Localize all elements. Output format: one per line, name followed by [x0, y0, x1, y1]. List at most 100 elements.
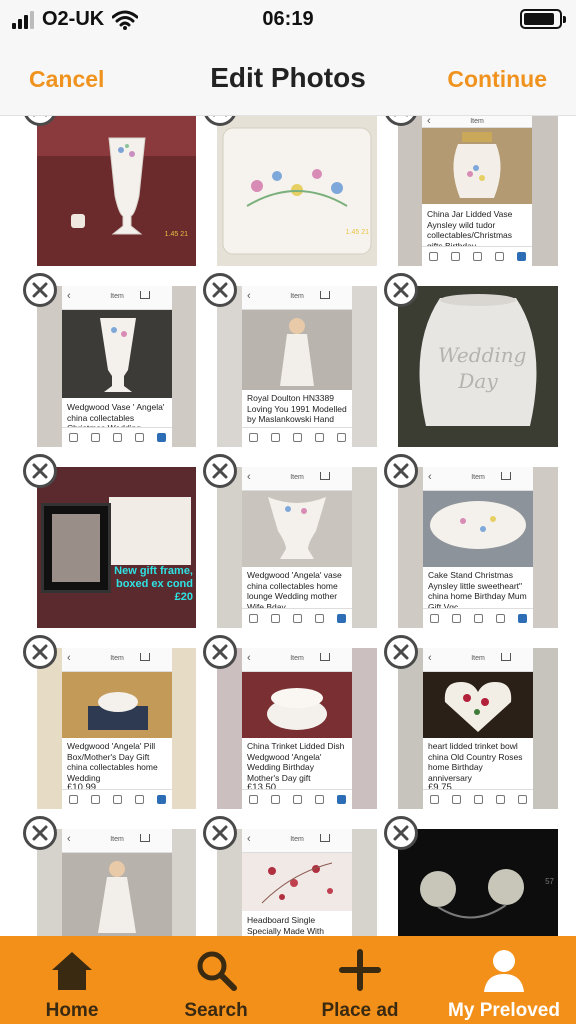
screenshot-frame: ‹ Item Wedgwood Vase ' Angela' china coll… [62, 286, 172, 447]
photo-thumbnail[interactable]: ‹ Item heart lidded trinket bowl china Ol… [398, 648, 558, 809]
photo-thumbnail[interactable]: ‹ Item Wedgwood 'Angela' Pill Box/Mother'… [37, 648, 196, 809]
tab-label: Place ad [321, 1000, 399, 1021]
screenshot-frame: ‹ Item Headboard Single Specially Made Wi… [242, 829, 352, 936]
photo-grid: 1.45 21 1.45 21 ‹ Item China Jar Lidded … [0, 116, 576, 936]
screenshot-frame: ‹ Item Cake Stand Christmas Aynsley littl… [423, 467, 533, 628]
mini-header-title: Item [290, 293, 304, 300]
remove-photo-button[interactable] [23, 273, 57, 307]
mini-photo [242, 672, 352, 738]
photo-timestamp: 1.45 21 [164, 231, 188, 238]
remove-photo-button[interactable] [23, 454, 57, 488]
mini-header-title: Item [290, 836, 304, 843]
mini-tabbar [62, 427, 172, 447]
remove-photo-button[interactable] [203, 454, 237, 488]
mini-tabbar [423, 789, 533, 809]
screenshot-frame: ‹ Item China Jar Lidded Vase Aynsley wil… [422, 116, 532, 266]
photo-thumbnail[interactable]: ‹ Item Royal Doulton HN3389 Loving You 19… [217, 286, 377, 447]
headboard-illustration [261, 862, 333, 904]
vase-illustration [71, 137, 146, 235]
home-icon [0, 948, 144, 992]
close-icon [32, 825, 48, 841]
vase-illustration [268, 497, 326, 559]
navigation-bar: Cancel Edit Photos Continue [0, 40, 576, 116]
figurine-illustration [280, 318, 314, 386]
mini-header-title: Item [471, 474, 485, 481]
photo-thumbnail[interactable]: ‹ Item China Trinket Lidded Dish Wedgwood… [217, 648, 377, 809]
mini-photo [62, 853, 172, 936]
remove-photo-button[interactable] [23, 816, 57, 850]
close-icon [32, 463, 48, 479]
remove-photo-button[interactable] [203, 816, 237, 850]
cart-icon [140, 653, 150, 661]
plus-icon [288, 948, 432, 992]
photo-thumbnail[interactable]: ‹ Item Wedgwood 'Angela' vase china colle… [217, 467, 377, 628]
photo-thumbnail[interactable]: ‹ Item [37, 829, 196, 936]
mini-header-title: Item [110, 293, 124, 300]
photo-overlay-text: 57 [545, 877, 554, 886]
cart-icon [320, 472, 330, 480]
user-icon [432, 948, 576, 992]
close-icon [393, 116, 409, 117]
trinket-dish-illustration [267, 688, 327, 730]
mini-header-title: Item [470, 118, 484, 125]
remove-photo-button[interactable] [384, 273, 418, 307]
remove-photo-button[interactable] [384, 816, 418, 850]
tab-place-ad[interactable]: Place ad [288, 936, 432, 1024]
mini-header: ‹ Item [242, 829, 352, 853]
mini-header-title: Item [110, 655, 124, 662]
photo-thumbnail[interactable]: ‹ Item Wedgwood Vase ' Angela' china coll… [37, 286, 196, 447]
heart-bowl-illustration [444, 682, 512, 732]
photo-thumbnail[interactable]: ‹ Item China Jar Lidded Vase Aynsley wil… [398, 116, 558, 266]
photo-thumbnail[interactable]: New gift frame, boxed ex cond £20 [37, 467, 196, 628]
mini-header: ‹ Item [423, 467, 533, 491]
close-icon [212, 825, 228, 841]
photo-thumbnail[interactable]: 1.45 21 [37, 116, 196, 266]
close-icon [212, 644, 228, 660]
close-icon [212, 463, 228, 479]
remove-photo-button[interactable] [384, 635, 418, 669]
photo-thumbnail[interactable]: ‹ Item Headboard Single Specially Made Wi… [217, 829, 377, 936]
remove-photo-button[interactable] [203, 635, 237, 669]
photo-thumbnail[interactable]: Wedding Day [398, 286, 558, 447]
cake-stand-illustration [430, 501, 526, 549]
tab-home[interactable]: Home [0, 936, 144, 1024]
pill-box-illustration [88, 692, 148, 730]
photo-thumbnail[interactable]: 57 [398, 829, 558, 936]
photo-thumbnail[interactable]: 1.45 21 [217, 116, 377, 266]
gift-box [109, 497, 191, 565]
remove-photo-button[interactable] [23, 635, 57, 669]
status-bar: O2-UK 06:19 [0, 0, 576, 40]
close-icon [212, 282, 228, 298]
screenshot-frame: ‹ Item Wedgwood 'Angela' Pill Box/Mother'… [62, 648, 172, 809]
remove-photo-button[interactable] [384, 454, 418, 488]
mini-tabbar [242, 608, 352, 628]
mini-header-title: Item [290, 655, 304, 662]
caption-text: heart lidded trinket bowl china Old Coun… [428, 741, 523, 783]
cart-icon [140, 834, 150, 842]
photo-overlay-text: New gift frame, boxed ex cond £20 [114, 565, 193, 603]
tray-illustration [222, 127, 372, 255]
close-icon [32, 282, 48, 298]
photo-thumbnail[interactable]: ‹ Item Cake Stand Christmas Aynsley littl… [398, 467, 558, 628]
caption-text: Wedgwood 'Angela' Pill Box/Mother's Day … [67, 741, 158, 783]
cart-icon [140, 291, 150, 299]
remove-photo-button[interactable] [203, 273, 237, 307]
mini-tabbar [242, 789, 352, 809]
tab-label: Home [45, 1000, 99, 1021]
mini-header: ‹ Item [242, 467, 352, 491]
continue-button[interactable]: Continue [447, 66, 547, 93]
tab-search[interactable]: Search [144, 936, 288, 1024]
screenshot-frame: ‹ Item [62, 829, 172, 936]
screenshot-frame: ‹ Item China Trinket Lidded Dish Wedgwood… [242, 648, 352, 809]
tab-label: My Preloved [448, 1000, 560, 1021]
tab-label: Search [184, 1000, 248, 1021]
vase-illustration [100, 318, 136, 392]
mini-header: ‹ Item [422, 116, 532, 128]
cart-icon [320, 653, 330, 661]
photo-timestamp: 1.45 21 [345, 229, 369, 236]
mini-header-title: Item [290, 474, 304, 481]
caption-text: China Trinket Lidded Dish Wedgwood 'Ange… [247, 741, 345, 783]
mini-header: ‹ Item [423, 648, 533, 672]
mini-tabbar [422, 246, 532, 266]
tab-my-preloved[interactable]: My Preloved [432, 936, 576, 1024]
